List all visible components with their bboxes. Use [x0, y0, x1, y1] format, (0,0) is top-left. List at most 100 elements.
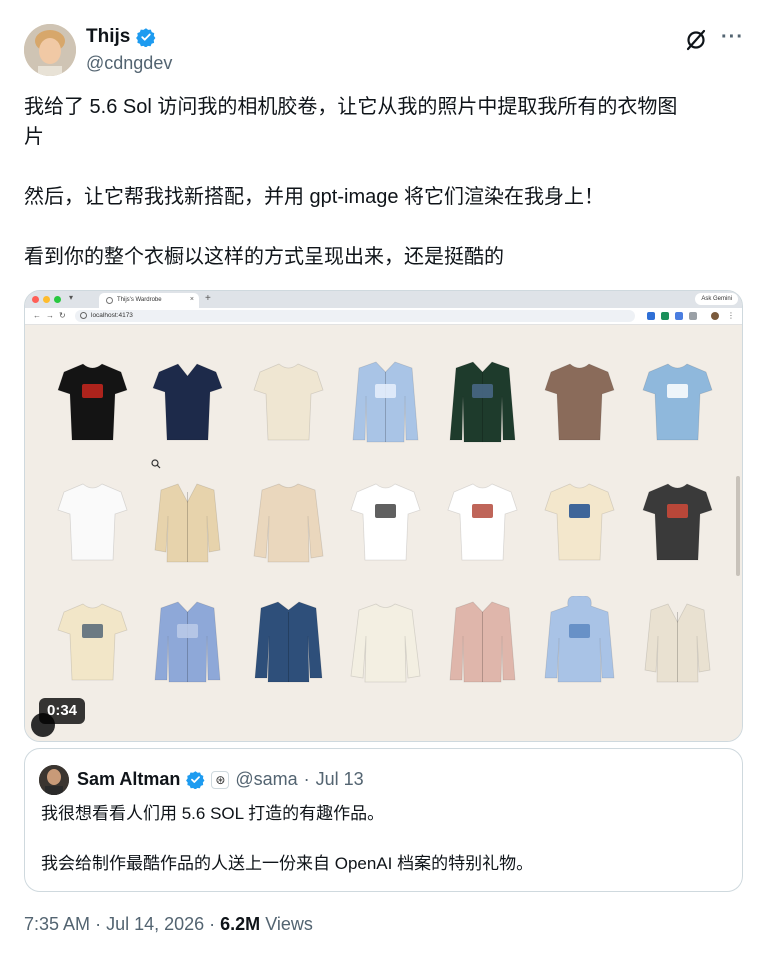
verified-badge-icon — [136, 28, 156, 47]
maximize-window-icon[interactable] — [54, 296, 61, 303]
garment-item-tshirt[interactable] — [542, 356, 617, 446]
garment-item-tshirt[interactable] — [445, 476, 520, 566]
garment-image — [544, 483, 615, 561]
address-url: localhost:4173 — [91, 312, 133, 319]
tweet-line: 片 — [24, 126, 44, 148]
garment-image — [352, 361, 419, 443]
garment-image — [254, 601, 323, 683]
views-label: Views — [265, 914, 313, 934]
separator-dot: · — [209, 914, 221, 934]
garment-item-shirt[interactable] — [445, 356, 520, 446]
browser-tab[interactable]: Thijs's Wardrobe × — [99, 293, 199, 308]
video-duration: 0:34 — [39, 698, 86, 724]
address-bar[interactable]: localhost:4173 — [75, 310, 635, 322]
author-handle[interactable]: @cdngdev — [86, 53, 172, 74]
openai-affiliation-icon[interactable]: ⊛ — [211, 770, 230, 789]
garment-image — [642, 363, 713, 441]
quoted-tweet-date[interactable]: Jul 13 — [316, 769, 364, 790]
views-count: 6.2M — [220, 914, 261, 934]
site-info-icon[interactable] — [80, 312, 87, 319]
quoted-author-avatar[interactable] — [39, 765, 69, 795]
tab-list-icon[interactable]: ▾ — [69, 293, 73, 302]
tab-close-icon[interactable]: × — [190, 296, 194, 303]
garment-image — [449, 601, 516, 683]
tweet-line: 我给了 5.6 Sol 访问我的相机胶卷，让它从我的照片中提取我所有的衣物图 — [24, 96, 678, 118]
garment-image — [154, 483, 221, 563]
garment-item-hoodie[interactable] — [542, 596, 617, 686]
minimize-window-icon[interactable] — [43, 296, 50, 303]
garment-image — [57, 363, 128, 441]
reload-icon[interactable]: ↻ — [59, 311, 66, 320]
garment-item-sweater[interactable] — [251, 476, 326, 566]
ask-gemini-button[interactable]: Ask Gemini — [695, 293, 738, 305]
wardrobe-grid — [25, 326, 742, 741]
tweet-header: Thijs @cdngdev ··· — [22, 22, 746, 78]
garment-item-tshirt[interactable] — [55, 596, 130, 686]
garment-image — [544, 363, 615, 441]
garment-image — [350, 483, 421, 561]
garment-item-shirt[interactable] — [445, 596, 520, 686]
garment-item-polo[interactable] — [150, 356, 225, 446]
garment-item-tshirt[interactable] — [251, 356, 326, 446]
garment-item-jacket[interactable] — [251, 596, 326, 686]
garment-item-tshirt[interactable] — [542, 476, 617, 566]
quoted-tweet-line: 我会给制作最酷作品的人送上一份来自 OpenAI 档案的特别礼物。 — [41, 854, 534, 873]
separator-dot: · — [95, 914, 107, 934]
grok-icon[interactable] — [684, 28, 708, 52]
separator-dot: · — [303, 769, 310, 789]
ask-gemini-label: Ask Gemini — [701, 296, 732, 302]
author-name[interactable]: Thijs — [86, 26, 130, 48]
extensions-puzzle-icon[interactable] — [689, 312, 697, 320]
garment-item-sweater[interactable] — [348, 596, 423, 686]
garment-image — [350, 603, 421, 683]
extension-icon[interactable] — [647, 312, 655, 320]
garment-image — [449, 361, 516, 443]
garment-item-tshirt[interactable] — [55, 476, 130, 566]
tweet-text: 我给了 5.6 Sol 访问我的相机胶卷，让它从我的照片中提取我所有的衣物图 片… — [24, 92, 744, 272]
forward-arrow-icon[interactable]: → — [46, 311, 54, 320]
tweet-time[interactable]: 7:35 AM — [24, 914, 90, 934]
close-window-icon[interactable] — [32, 296, 39, 303]
garment-item-cardigan[interactable] — [150, 476, 225, 566]
garment-image — [253, 483, 324, 563]
back-arrow-icon[interactable]: ← — [33, 311, 41, 320]
tab-title: Thijs's Wardrobe — [117, 297, 162, 303]
tab-favicon-icon — [106, 297, 113, 304]
garment-image — [544, 596, 615, 683]
verified-badge-icon — [186, 771, 205, 789]
garment-image — [57, 483, 128, 561]
profile-avatar-icon[interactable] — [711, 312, 719, 320]
quoted-author-name[interactable]: Sam Altman — [77, 769, 180, 790]
garment-item-shirt[interactable] — [150, 596, 225, 686]
quoted-tweet[interactable]: Sam Altman ⊛ @sama · Jul 13 我很想看看人们用 5.6… — [24, 748, 743, 892]
garment-item-tshirt[interactable] — [640, 476, 715, 566]
author-name-row: Thijs — [86, 26, 156, 48]
quoted-tweet-line: 我很想看看人们用 5.6 SOL 打造的有趣作品。 — [41, 804, 385, 823]
browser-menu-icon[interactable]: ⋮ — [727, 311, 735, 320]
browser-tab-bar: ▾ Thijs's Wardrobe × + Ask Gemini — [25, 291, 742, 308]
garment-item-cardigan[interactable] — [640, 596, 715, 686]
garment-image — [57, 603, 128, 681]
tweet-video[interactable]: ▾ Thijs's Wardrobe × + Ask Gemini ← → ↻ … — [24, 290, 743, 742]
garment-item-shirt[interactable] — [348, 356, 423, 446]
scrollbar[interactable] — [736, 476, 740, 576]
tweet-footer: 7:35 AM · Jul 14, 2026 · 6.2M Views — [24, 914, 313, 935]
extension-icon[interactable] — [675, 312, 683, 320]
garment-image — [644, 603, 711, 683]
quoted-tweet-text: 我很想看看人们用 5.6 SOL 打造的有趣作品。 我会给制作最酷作品的人送上一… — [41, 801, 731, 876]
quoted-author-handle[interactable]: @sama — [235, 769, 297, 790]
tweet-line: 然后，让它帮我找新搭配，并用 gpt-image 将它们渲染在我身上！ — [24, 186, 605, 208]
garment-item-tshirt[interactable] — [640, 356, 715, 446]
garment-item-tshirt[interactable] — [55, 356, 130, 446]
author-avatar[interactable] — [24, 24, 76, 76]
quoted-author-row: Sam Altman ⊛ @sama · Jul 13 — [77, 769, 364, 790]
more-options-icon[interactable]: ··· — [721, 26, 744, 49]
garment-item-tshirt[interactable] — [348, 476, 423, 566]
new-tab-button[interactable]: + — [205, 293, 211, 304]
garment-image — [152, 363, 223, 441]
tweet-line: 看到你的整个衣橱以这样的方式呈现出来，还是挺酷的 — [24, 246, 504, 268]
tweet-date[interactable]: Jul 14, 2026 — [106, 914, 204, 934]
garment-image — [642, 483, 713, 561]
browser-nav-bar: ← → ↻ localhost:4173 ⋮ — [25, 308, 742, 325]
shield-extension-icon[interactable] — [661, 312, 669, 320]
